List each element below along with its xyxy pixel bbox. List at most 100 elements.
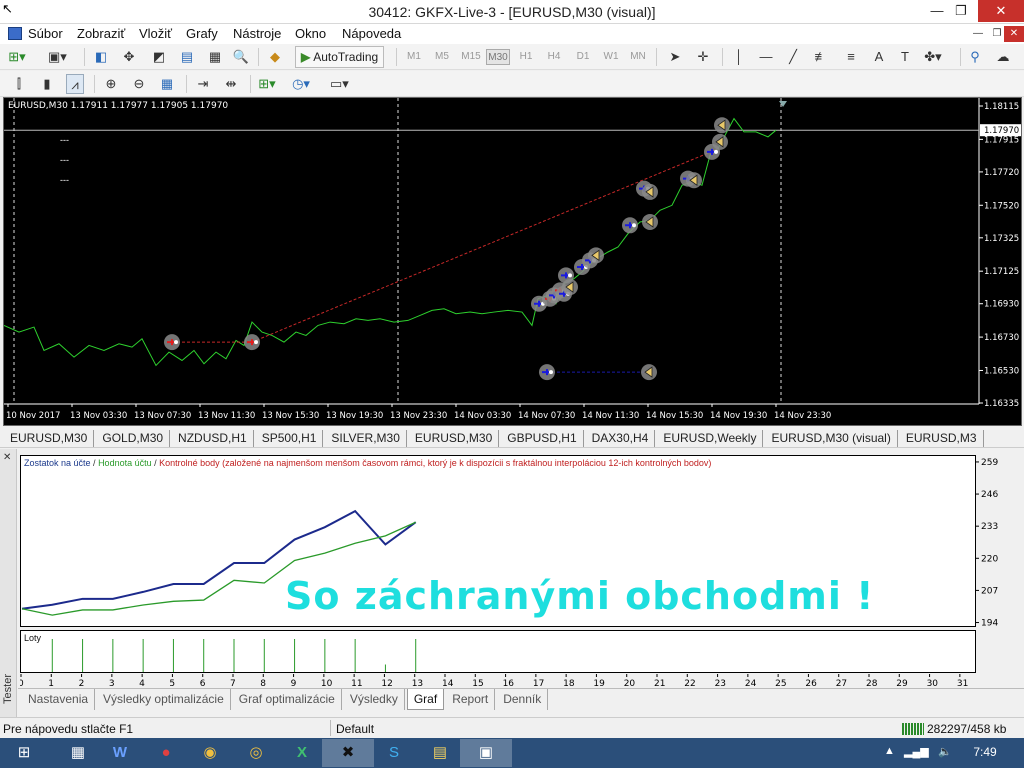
chat-icon[interactable]: ☁	[994, 47, 1012, 67]
chart-tab[interactable]: EURUSD,M3	[906, 430, 984, 447]
tf-h1-button[interactable]: H1	[516, 49, 536, 65]
horizontal-line-icon[interactable]: —	[757, 47, 775, 67]
market-watch-icon[interactable]: ◧	[92, 47, 110, 67]
chart-tab[interactable]: EURUSD,M30 (visual)	[771, 430, 898, 447]
zoom-in-icon[interactable]: ⊕	[102, 74, 120, 94]
trade-marker	[714, 117, 730, 134]
tray-arrow-icon[interactable]: ▲	[884, 745, 895, 757]
network-icon[interactable]: ▂▄▆	[904, 745, 929, 758]
title-bar: ↖ 30412: GKFX-Live-3 - [EURUSD,M30 (visu…	[0, 0, 1024, 24]
mdi-minimize-button[interactable]: —	[968, 26, 988, 42]
tile-windows-icon[interactable]: ▦	[158, 74, 176, 94]
tf-w1-button[interactable]: W1	[600, 49, 622, 65]
chart-tab[interactable]: DAX30,H4	[592, 430, 656, 447]
data-window-icon[interactable]: ✥	[120, 47, 138, 67]
vertical-line-icon[interactable]: │	[730, 47, 748, 67]
chart-tab[interactable]: NZDUSD,H1	[178, 430, 254, 447]
new-chart-icon[interactable]: ⊞▾	[8, 47, 26, 67]
zoom-chart-icon[interactable]: 🔍	[232, 47, 250, 67]
close-button[interactable]: ✕	[978, 0, 1024, 22]
menu-view[interactable]: Zobraziť	[77, 26, 125, 41]
terminal-icon[interactable]: ▤	[178, 47, 196, 67]
chart-tab[interactable]: SP500,H1	[262, 430, 324, 447]
arrows-tool-icon[interactable]: ✤▾	[924, 47, 942, 67]
tester-tab[interactable]: Výsledky	[344, 689, 405, 710]
legend-equity: Hodnota účtu	[98, 458, 152, 468]
chrome-icon[interactable]: ◎	[230, 739, 282, 767]
time-label: 14 Nov 23:30	[774, 411, 831, 421]
cursor-tool-icon[interactable]: ➤	[666, 47, 684, 67]
chart-tab[interactable]: EURUSD,M30	[10, 430, 95, 447]
chart-tab[interactable]: GOLD,M30	[102, 430, 171, 447]
open-arrow-dot	[568, 273, 572, 278]
price-chart[interactable]: EURUSD,M30 1.17911 1.17977 1.17905 1.179…	[3, 97, 1022, 426]
chart-tab[interactable]: SILVER,M30	[331, 430, 407, 447]
open-arrow-dot	[549, 370, 553, 375]
profiles-icon[interactable]: ▣▾	[48, 47, 67, 67]
strategy-tester-panel: ✕ Tester Zostatok na účte / Hodnota účtu…	[0, 449, 1024, 717]
candlestick-icon[interactable]: ▮	[38, 74, 56, 94]
menu-insert[interactable]: Vložiť	[139, 26, 172, 41]
tester-tab[interactable]: Výsledky optimalizácie	[97, 689, 231, 710]
channel-icon[interactable]: ≢	[812, 47, 830, 67]
text-tool-icon[interactable]: A	[870, 47, 888, 67]
chart-shift-icon[interactable]: ⇥	[194, 74, 212, 94]
line-chart-icon[interactable]: ⩘	[66, 74, 84, 94]
tester-close-icon[interactable]: ✕	[3, 452, 11, 463]
autotrading-icon: ▶	[301, 50, 311, 64]
menu-charts[interactable]: Grafy	[186, 26, 218, 41]
templates-icon[interactable]: ▭▾	[330, 74, 349, 94]
tester-tab[interactable]: Report	[446, 689, 496, 710]
text-label-icon[interactable]: T	[896, 47, 914, 67]
metaeditor-icon[interactable]: ◆	[266, 47, 284, 67]
menu-window[interactable]: Okno	[295, 26, 326, 41]
navigator-icon[interactable]: ◩	[150, 47, 168, 67]
strategy-tester-icon[interactable]: ▦	[206, 47, 224, 67]
crosshair-icon[interactable]: ✛	[694, 47, 712, 67]
search-icon[interactable]: ⚲	[966, 47, 984, 67]
app-icon[interactable]	[8, 27, 22, 40]
tester-tab[interactable]: Denník	[497, 689, 549, 710]
status-help-text: Pre nápovedu stlačte F1	[3, 722, 134, 736]
tf-h4-button[interactable]: H4	[544, 49, 564, 65]
tf-d1-button[interactable]: D1	[573, 49, 593, 65]
taskbar-app-icon[interactable]: ◉	[184, 739, 236, 767]
price-tick-label: 1.17520	[984, 201, 1019, 211]
tester-tab[interactable]: Graf	[406, 689, 445, 710]
autoscroll-icon[interactable]: ⇹	[222, 74, 240, 94]
menu-file[interactable]: Súbor	[28, 26, 63, 41]
taskbar-active-app-icon[interactable]: ✖	[322, 739, 374, 767]
metatrader-icon[interactable]: ▣	[460, 739, 512, 767]
chart-tab[interactable]: GBPUSD,H1	[507, 430, 584, 447]
excel-icon[interactable]: X	[276, 739, 328, 767]
menu-tools[interactable]: Nástroje	[233, 26, 281, 41]
volume-icon[interactable]: 🔈	[938, 745, 952, 758]
chart-tab[interactable]: EURUSD,M30	[415, 430, 500, 447]
price-tick-label: 1.16335	[984, 399, 1019, 409]
tf-m30-button[interactable]: M30	[486, 49, 510, 65]
mdi-close-button[interactable]: ✕	[1004, 26, 1024, 42]
chart-tab[interactable]: EURUSD,Weekly	[663, 430, 764, 447]
start-icon[interactable]: ⊞	[0, 739, 48, 767]
fibonacci-icon[interactable]: ≡	[842, 47, 860, 67]
skype-icon[interactable]: S	[368, 739, 420, 767]
trendline-icon[interactable]: ╱	[784, 47, 802, 67]
tester-x-tick-label: 20	[624, 679, 636, 688]
tester-x-tick-label: 1	[48, 679, 54, 688]
file-explorer-icon[interactable]: ▤	[414, 739, 466, 767]
periods-icon[interactable]: ◷▾	[292, 74, 310, 94]
tester-tab[interactable]: Nastavenia	[22, 689, 96, 710]
tf-m15-button[interactable]: M15	[459, 49, 483, 65]
word-icon[interactable]: W	[94, 739, 146, 767]
autotrading-button[interactable]: ▶ AutoTrading	[295, 46, 385, 68]
time-label: 13 Nov 19:30	[326, 411, 383, 421]
indicators-icon[interactable]: ⊞▾	[258, 74, 276, 94]
tf-mn-button[interactable]: MN	[627, 49, 649, 65]
legend-separator: /	[151, 458, 160, 468]
tester-tab[interactable]: Graf optimalizácie	[233, 689, 342, 710]
menu-help[interactable]: Nápoveda	[342, 26, 401, 41]
zoom-out-icon[interactable]: ⊖	[130, 74, 148, 94]
tf-m5-button[interactable]: M5	[432, 49, 452, 65]
tf-m1-button[interactable]: M1	[404, 49, 424, 65]
bar-chart-icon[interactable]: ⫿	[10, 74, 28, 94]
